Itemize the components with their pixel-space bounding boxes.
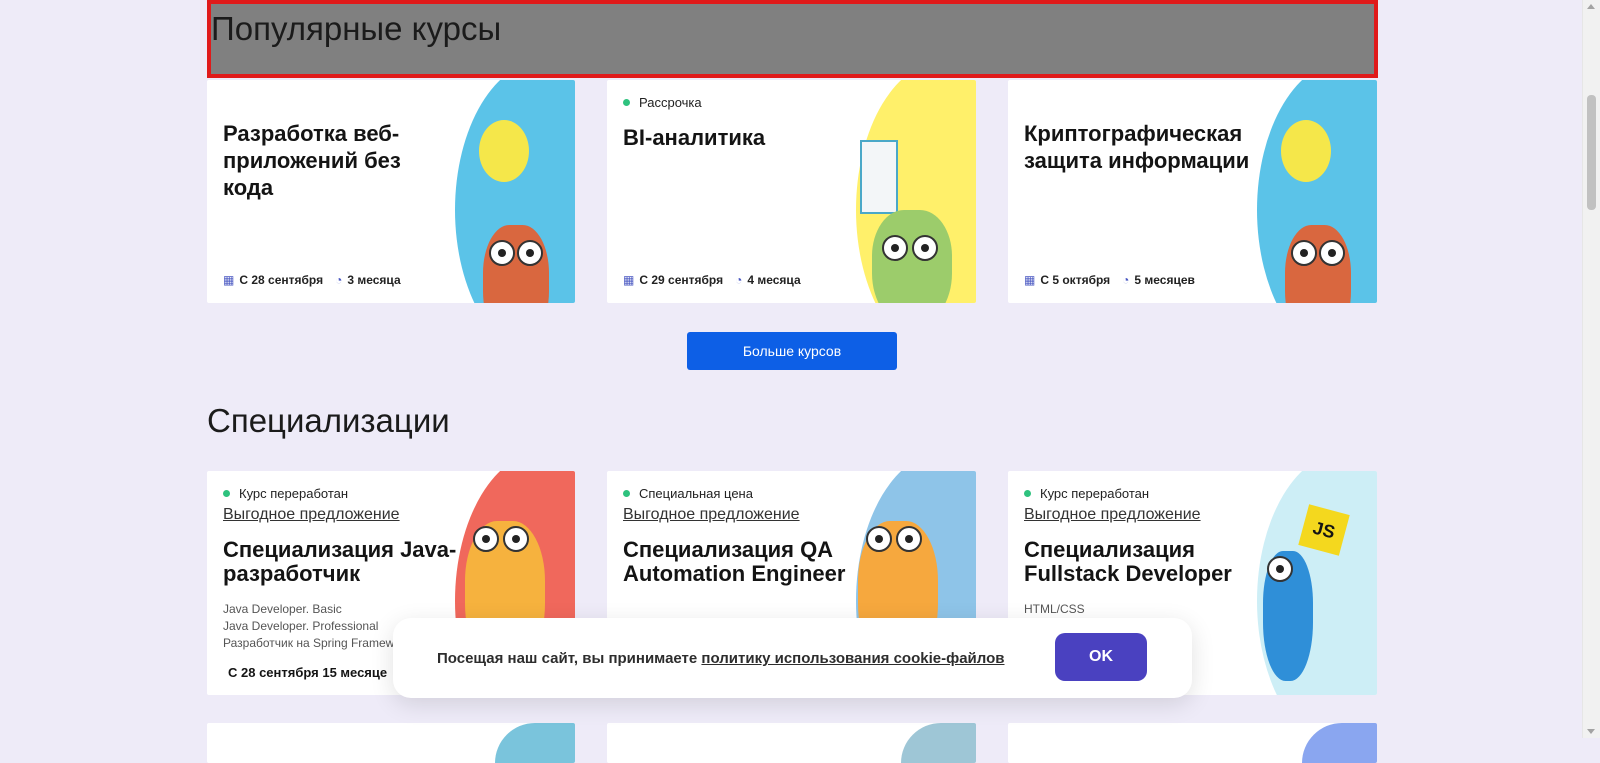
clock-icon: ◔ — [1122, 273, 1130, 287]
offer-link[interactable]: Выгодное предложение — [623, 506, 800, 524]
spec-title: Специализация Java-разработчик — [223, 537, 457, 586]
offer-link[interactable]: Выгодное предложение — [1024, 506, 1201, 524]
course-start-date: С 29 сентября — [639, 273, 724, 287]
course-meta: ▦ С 28 сентября ◔ 3 месяца — [223, 273, 401, 287]
spec-card-next-2[interactable] — [607, 723, 976, 763]
course-card-crypto[interactable]: Криптографическая защита информации ▦ С … — [1008, 80, 1377, 303]
scroll-thumb[interactable] — [1587, 95, 1596, 210]
spec-course-item: Java Developer. Basic — [223, 602, 342, 616]
spec-course-list: Java Developer. Basic Java Developer. Pr… — [223, 601, 394, 652]
spec-badge: Курс переработан — [223, 486, 348, 501]
status-dot — [623, 99, 630, 106]
spec-badge: Курс переработан — [1024, 486, 1149, 501]
calendar-icon: ▦ — [1024, 273, 1036, 287]
more-courses-button[interactable]: Больше курсов — [687, 332, 897, 370]
spec-course-item: Разработчик на Spring Framew — [223, 636, 395, 650]
course-badge: Рассрочка — [623, 95, 702, 110]
course-card-web-nocode[interactable]: Разработка веб-приложений без кода ▦ С 2… — [207, 80, 575, 303]
specializations-title: Специализации — [207, 402, 450, 439]
course-meta: ▦ С 29 сентября ◔ 4 месяца — [623, 273, 801, 287]
cookie-text: Посещая наш сайт, вы принимаете политику… — [437, 650, 1005, 667]
owl-illustration — [455, 80, 575, 303]
js-badge-icon: JS — [1298, 504, 1350, 556]
spec-card-next-1[interactable] — [207, 723, 575, 763]
popular-courses-title: Популярные курсы — [211, 10, 502, 47]
course-title: Криптографическая защита информации — [1024, 121, 1250, 173]
course-title: Разработка веб-приложений без кода — [223, 121, 401, 200]
cookie-message: Посещая наш сайт, вы принимаете — [437, 650, 698, 667]
badge-label: Специальная цена — [639, 486, 753, 501]
spec-title: Специализация QA Automation Engineer — [623, 537, 846, 586]
status-dot — [1024, 490, 1031, 497]
clock-icon: ◔ — [735, 273, 743, 287]
course-start-date: С 28 сентября — [239, 273, 324, 287]
scroll-down-arrow[interactable] — [1587, 729, 1595, 734]
spec-title: Специализация Fullstack Developer — [1024, 537, 1232, 586]
cookie-ok-button[interactable]: OK — [1055, 633, 1147, 681]
badge-label: Курс переработан — [239, 486, 349, 501]
owl-illustration — [856, 80, 976, 303]
calendar-icon: ▦ — [223, 273, 235, 287]
course-duration: 4 месяца — [747, 273, 801, 287]
popular-courses-header: Популярные курсы — [207, 0, 1378, 78]
badge-label: Рассрочка — [639, 95, 702, 110]
course-duration: 5 месяцев — [1134, 273, 1195, 287]
cookie-banner: Посещая наш сайт, вы принимаете политику… — [393, 618, 1192, 698]
calendar-icon: ▦ — [623, 273, 635, 287]
course-meta: ▦ С 5 октября ◔ 5 месяцев — [1024, 273, 1195, 287]
spec-course-item: HTML/CSS — [1024, 602, 1085, 616]
owl-illustration: JS — [1257, 471, 1377, 695]
course-start-date: С 5 октября — [1040, 273, 1111, 287]
offer-link[interactable]: Выгодное предложение — [223, 506, 400, 524]
spec-footer: С 28 сентября 15 месяце — [228, 665, 388, 680]
scroll-up-arrow[interactable] — [1587, 4, 1595, 9]
cookie-policy-link[interactable]: политику использования cookie-файлов — [701, 650, 1004, 667]
spec-course-item: Java Developer. Professional — [223, 619, 379, 633]
spec-card-next-3[interactable] — [1008, 723, 1377, 763]
course-duration: 3 месяца — [347, 273, 401, 287]
status-dot — [623, 490, 630, 497]
page-scrollbar[interactable] — [1582, 0, 1600, 738]
course-title: BI-аналитика — [623, 125, 766, 150]
clock-icon: ◔ — [335, 273, 343, 287]
course-card-bi-analytics[interactable]: Рассрочка BI-аналитика ▦ С 29 сентября ◔… — [607, 80, 976, 303]
status-dot — [223, 490, 230, 497]
owl-illustration — [1257, 80, 1377, 303]
badge-label: Курс переработан — [1040, 486, 1150, 501]
spec-badge: Специальная цена — [623, 486, 753, 501]
